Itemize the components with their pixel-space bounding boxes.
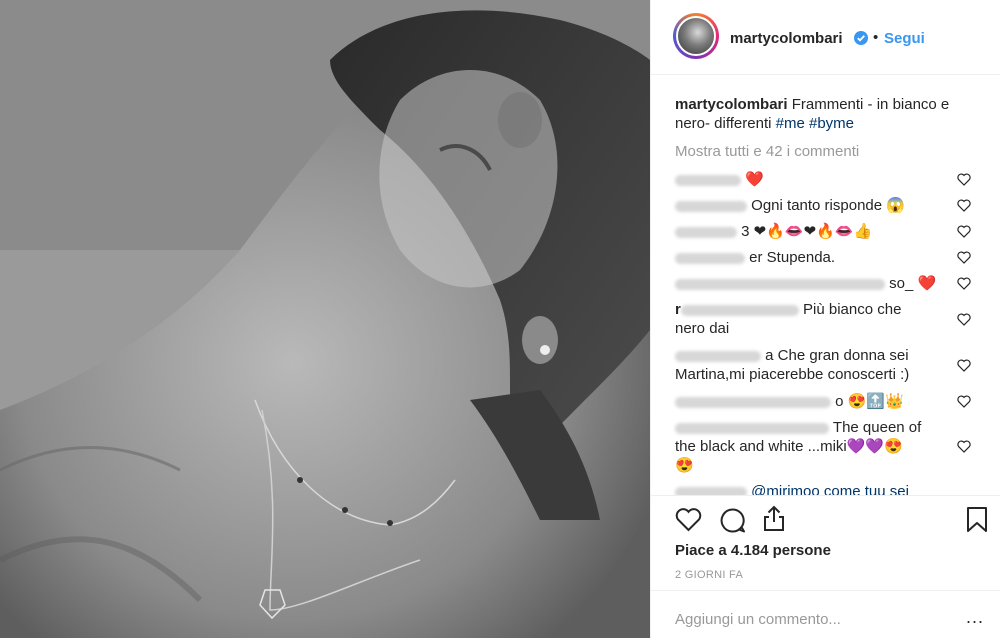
blurred-username <box>675 278 885 290</box>
comment-text-line1: a Che gran donna sei <box>765 347 909 364</box>
caption: martycolombari Frammenti - in bianco e n… <box>675 95 975 133</box>
comment-text-line2: the black and white ...miki💜💜😍 <box>675 438 903 455</box>
post-actions: Piace a 4.184 persone 2 GIORNI FA <box>651 495 1000 590</box>
blurred-username <box>675 252 745 264</box>
comment-text: so_ ❤️ <box>889 275 937 292</box>
photo-illustration <box>0 0 650 638</box>
caption-username[interactable]: martycolombari <box>675 96 788 113</box>
comment-like-icon[interactable] <box>957 251 971 264</box>
comment-like-icon[interactable] <box>957 313 971 326</box>
hashtag-byme[interactable]: #byme <box>809 115 854 132</box>
comment-item: Ogni tanto risponde 😱 <box>675 196 955 215</box>
comments-list[interactable]: martycolombari Frammenti - in bianco e n… <box>651 75 1000 495</box>
more-options-button[interactable]: ... <box>966 607 984 628</box>
add-comment-bar: Aggiungi un commento... ... <box>651 590 1000 638</box>
blurred-username <box>675 174 741 186</box>
comment-text-line1: Più bianco che <box>803 301 902 318</box>
likes-count[interactable]: Piace a 4.184 persone <box>675 542 831 559</box>
header-separator-dot: • <box>873 29 879 46</box>
avatar[interactable] <box>673 13 719 59</box>
blurred-username <box>675 422 829 434</box>
blurred-username <box>675 226 737 238</box>
comment-like-icon[interactable] <box>957 225 971 238</box>
comment-like-icon[interactable] <box>957 440 971 453</box>
comment-text-line2: Martina,mi piacerebbe conoscerti :) <box>675 366 910 383</box>
post-photo[interactable] <box>0 0 650 638</box>
comment-username-prefix: r <box>675 301 681 318</box>
comment-text: er Stupenda. <box>749 249 836 266</box>
comment-like-icon[interactable] <box>957 359 971 372</box>
comment-item: o 😍🔝👑 <box>675 392 955 411</box>
add-comment-input[interactable]: Aggiungi un commento... <box>675 611 841 628</box>
comment-text: Ogni tanto risponde 😱 <box>751 197 905 214</box>
hashtag-me[interactable]: #me <box>776 115 805 132</box>
comment-item: ❤️ <box>675 170 955 189</box>
comment-item: so_ ❤️ <box>675 274 955 293</box>
verified-badge-icon <box>854 31 868 45</box>
comment-icon[interactable] <box>719 507 746 534</box>
comment-text-line2: nero dai <box>675 320 730 337</box>
comment-like-icon[interactable] <box>957 277 971 290</box>
blurred-username <box>675 396 831 408</box>
post-timestamp[interactable]: 2 GIORNI FA <box>675 569 743 581</box>
avatar-image <box>676 16 716 56</box>
comment-text: @mirimoo come tuu sei <box>751 483 909 495</box>
comment-text: 3 ❤🔥👄❤🔥👄👍 <box>741 223 873 240</box>
show-all-comments-link[interactable]: Mostra tutti e 42 i commenti <box>675 143 859 160</box>
post-header: martycolombari • Segui <box>651 0 1000 75</box>
follow-button[interactable]: Segui <box>884 30 925 47</box>
comment-text: ❤️ <box>745 171 764 188</box>
comment-item: a Che gran donna sei Martina,mi piacereb… <box>675 346 955 384</box>
blurred-username <box>680 304 799 316</box>
blurred-username <box>675 350 761 362</box>
comment-item: er Stupenda. <box>675 248 955 267</box>
comment-text: o 😍🔝👑 <box>835 393 904 410</box>
comment-like-icon[interactable] <box>957 199 971 212</box>
comment-like-icon[interactable] <box>957 173 971 186</box>
comment-item: The queen of the black and white ...miki… <box>675 418 955 475</box>
heart-icon[interactable] <box>675 508 702 532</box>
post-side-panel: martycolombari • Segui martycolombari Fr… <box>650 0 1000 638</box>
comment-text-line3: 😍 <box>675 457 694 474</box>
comment-like-icon[interactable] <box>957 395 971 408</box>
comment-item: @mirimoo come tuu sei <box>675 482 955 495</box>
share-icon[interactable] <box>762 505 786 532</box>
blurred-username <box>675 200 747 212</box>
comment-item: r Più bianco che nero dai <box>675 300 955 338</box>
header-username[interactable]: martycolombari <box>730 30 843 47</box>
bookmark-icon[interactable] <box>966 506 988 533</box>
comment-item: 3 ❤🔥👄❤🔥👄👍 <box>675 222 955 241</box>
comment-text-line1: The queen of <box>832 419 922 436</box>
blurred-username <box>675 486 747 495</box>
